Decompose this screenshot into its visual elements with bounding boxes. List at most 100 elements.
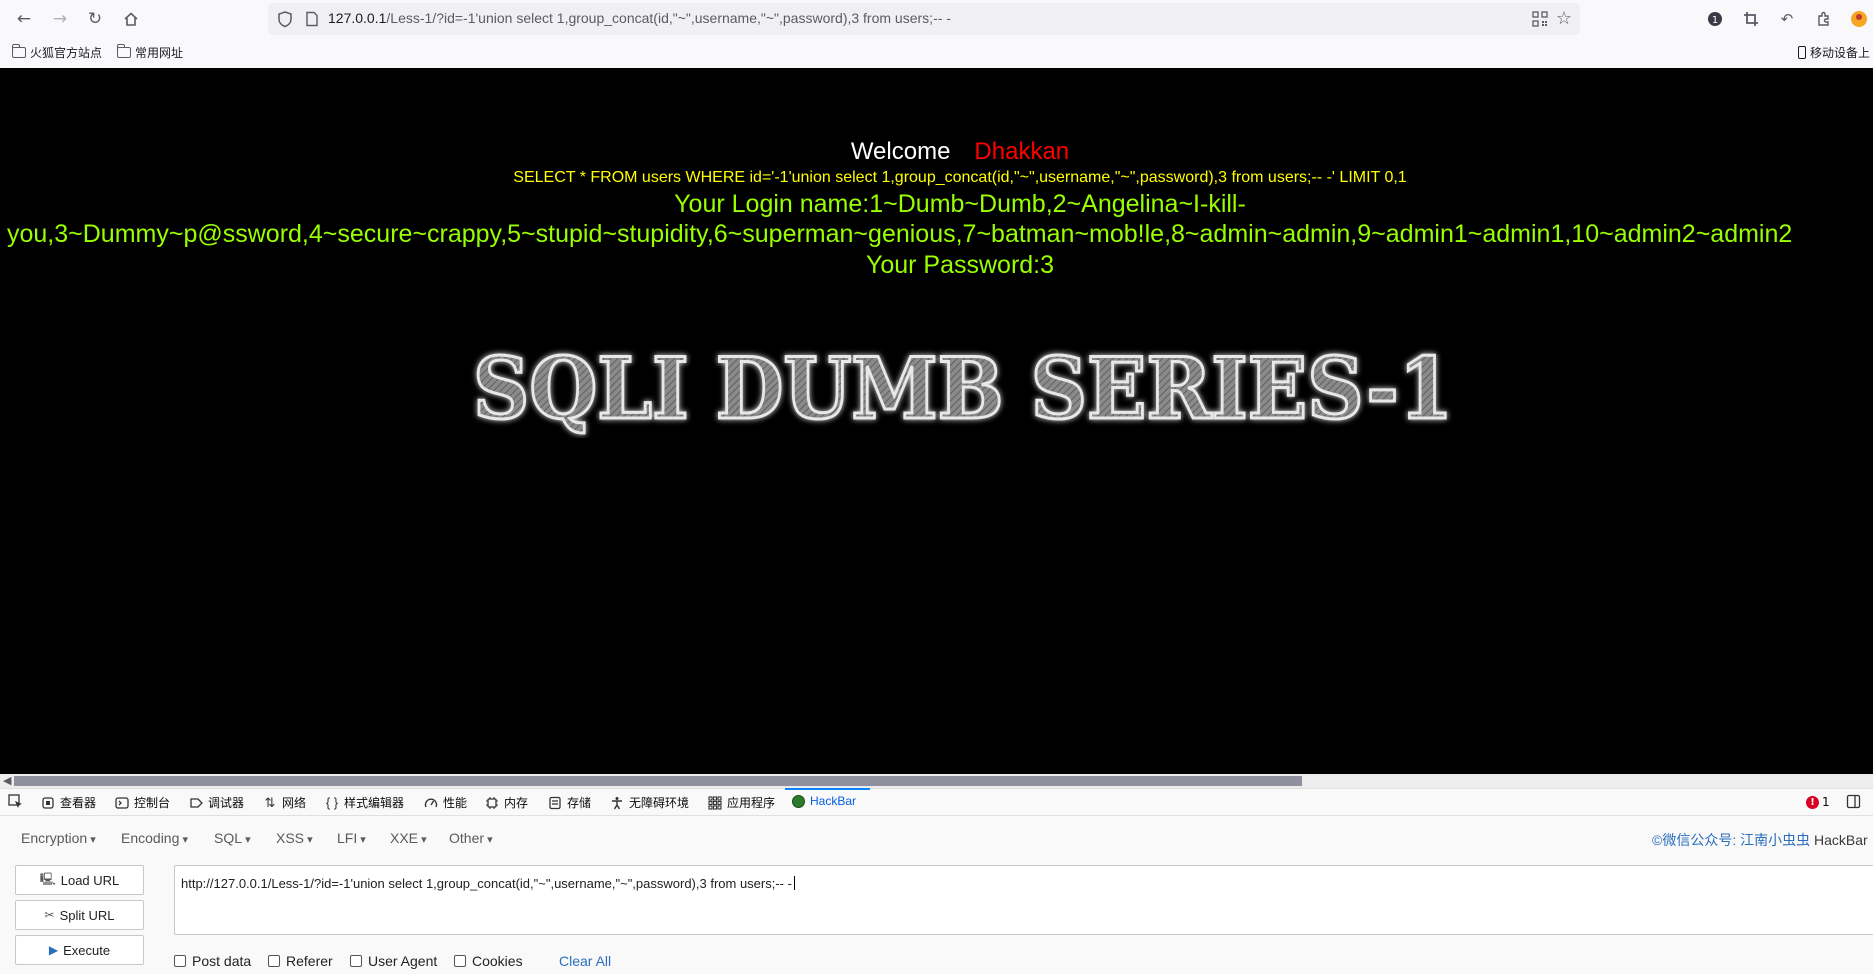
notification-icon[interactable]: 1	[1704, 8, 1726, 30]
tab-label: 内存	[504, 796, 529, 810]
menu-sql[interactable]: SQL	[214, 830, 251, 846]
crop-icon[interactable]	[1740, 8, 1762, 30]
checkbox-label: User Agent	[368, 953, 438, 969]
active-tab-indicator	[785, 788, 870, 790]
mobile-bookmarks[interactable]: 移动设备上	[1798, 44, 1870, 61]
sql-query-text: SELECT * FROM users WHERE id='-1'union s…	[513, 169, 1407, 186]
svg-text:1: 1	[1712, 15, 1718, 26]
tab-label: 控制台	[134, 796, 171, 810]
back-icon[interactable]: ←	[12, 7, 36, 31]
tab-inspector[interactable]: 查看器	[41, 794, 96, 811]
login-name-line-2: you,3~Dummy~p@ssword,4~secure~crappy,5~s…	[7, 220, 1793, 248]
tab-label: 网络	[282, 796, 307, 810]
bookmarks-bar: 火狐官方站点 常用网址 移动设备上	[0, 38, 1873, 68]
inspector-icon	[42, 796, 54, 809]
url-path: /Less-1/?id=-1'union select 1,group_conc…	[386, 10, 951, 26]
tab-label: HackBar	[810, 794, 857, 808]
page-content: Welcome Dhakkan SELECT * FROM users WHERE…	[0, 68, 1873, 774]
tab-application[interactable]: 应用程序	[708, 794, 775, 811]
cookies-checkbox[interactable]: Cookies	[454, 953, 523, 969]
accessibility-icon	[612, 796, 622, 809]
menu-encryption[interactable]: Encryption	[21, 830, 96, 846]
tab-accessibility[interactable]: 无障碍环境	[610, 794, 689, 811]
tab-label: 查看器	[60, 796, 97, 810]
credit-name: HackBar	[1814, 832, 1868, 848]
bookmark-folder-common[interactable]: 常用网址	[116, 44, 184, 61]
mobile-bookmarks-label: 移动设备上	[1810, 46, 1871, 60]
bookmark-star-icon[interactable]: ☆	[1556, 8, 1572, 29]
forward-icon[interactable]: →	[48, 7, 72, 31]
hackbar-panel: Encryption Encoding SQL XSS LFI XXE Othe…	[0, 816, 1873, 974]
credit-link[interactable]: ©微信公众号: 江南小虫虫	[1652, 832, 1810, 848]
mobile-device-icon	[1798, 46, 1806, 59]
bookmark-label: 常用网址	[135, 46, 184, 60]
tab-storage[interactable]: 存储	[548, 794, 591, 811]
extensions-icon[interactable]	[1813, 8, 1835, 30]
referer-checkbox[interactable]: Referer	[268, 953, 333, 969]
error-count-badge[interactable]: ! 1	[1806, 795, 1830, 809]
horizontal-scrollbar[interactable]: ◀	[0, 774, 1873, 788]
undo-icon[interactable]: ↶	[1776, 8, 1798, 30]
tab-debugger[interactable]: 调试器	[189, 794, 244, 811]
tab-label: 应用程序	[727, 796, 776, 810]
checkbox-box[interactable]	[174, 955, 186, 967]
profile-avatar-icon[interactable]	[1848, 8, 1870, 30]
post-data-checkbox[interactable]: Post data	[174, 953, 251, 969]
scrollbar-thumb[interactable]	[14, 776, 1302, 786]
button-label: Execute	[63, 942, 111, 958]
tab-label: 性能	[443, 796, 468, 810]
address-bar[interactable]: 127.0.0.1/Less-1/?id=-1'union select 1,g…	[268, 3, 1580, 35]
reload-icon[interactable]: ↻	[83, 7, 107, 31]
menu-other[interactable]: Other	[449, 830, 493, 846]
tab-style-editor[interactable]: { } 样式编辑器	[325, 794, 404, 811]
tab-network[interactable]: ⇅ 网络	[263, 794, 306, 811]
checkbox-box[interactable]	[454, 955, 466, 967]
login-name-line-1: Your Login name:1~Dumb~Dumb,2~Angelina~I…	[674, 190, 1246, 218]
menu-lfi[interactable]: LFI	[337, 830, 366, 846]
hackbar-url-textarea[interactable]: http://127.0.0.1/Less-1/?id=-1'union sel…	[174, 865, 1873, 935]
checkbox-label: Post data	[192, 953, 252, 969]
load-url-button[interactable]: 🖳 Load URL	[15, 865, 144, 895]
tab-performance[interactable]: 性能	[424, 794, 467, 811]
bookmark-folder-official[interactable]: 火狐官方站点	[11, 44, 102, 61]
element-picker-icon[interactable]	[8, 794, 23, 809]
memory-icon	[486, 796, 498, 809]
qr-code-icon[interactable]	[1532, 11, 1548, 27]
checkbox-box[interactable]	[350, 955, 362, 967]
home-icon[interactable]	[119, 7, 143, 31]
console-icon	[115, 796, 129, 809]
load-url-icon: 🖳	[39, 871, 56, 886]
network-icon: ⇅	[264, 794, 276, 810]
menu-encoding[interactable]: Encoding	[121, 830, 188, 846]
checkbox-label: Referer	[286, 953, 333, 969]
storage-icon	[549, 796, 561, 809]
execute-button[interactable]: ▶ Execute	[15, 935, 144, 965]
menu-xxe[interactable]: XXE	[390, 830, 427, 846]
tab-label: 样式编辑器	[344, 796, 405, 810]
text-caret	[793, 876, 795, 890]
menu-xss[interactable]: XSS	[276, 830, 313, 846]
split-url-button[interactable]: ✂ Split URL	[15, 900, 144, 930]
button-label: Split URL	[59, 907, 115, 923]
url-value: http://127.0.0.1/Less-1/?id=-1'union sel…	[181, 876, 792, 891]
checkbox-box[interactable]	[268, 955, 280, 967]
error-count: 1	[1822, 795, 1830, 809]
tab-console[interactable]: 控制台	[115, 794, 170, 811]
page-info-icon[interactable]	[304, 11, 320, 27]
application-icon	[708, 795, 722, 810]
hackbar-icon	[792, 794, 805, 808]
scroll-left-arrow-icon[interactable]: ◀	[3, 774, 11, 787]
split-url-icon: ✂	[44, 908, 55, 922]
url-text[interactable]: 127.0.0.1/Less-1/?id=-1'union select 1,g…	[328, 10, 951, 26]
tab-memory[interactable]: 内存	[485, 794, 528, 811]
checkbox-label: Cookies	[472, 953, 523, 969]
tracking-shield-icon[interactable]	[276, 10, 294, 28]
clear-all-link[interactable]: Clear All	[559, 953, 611, 969]
welcome-line: Welcome Dhakkan	[0, 138, 1873, 166]
user-agent-checkbox[interactable]: User Agent	[350, 953, 437, 969]
dock-toggle-icon[interactable]	[1846, 794, 1861, 809]
browser-toolbar: ← → ↻ 127.0.0.1/Less-1/?id=-1'union sele…	[0, 0, 1873, 38]
tab-hackbar[interactable]: HackBar	[792, 794, 856, 808]
password-line: Your Password:3	[865, 251, 1055, 279]
welcome-text: Welcome	[850, 138, 951, 165]
